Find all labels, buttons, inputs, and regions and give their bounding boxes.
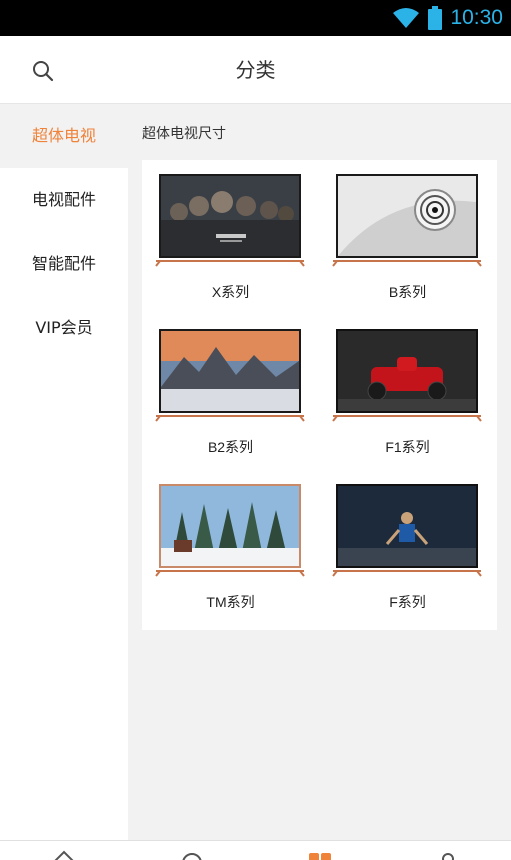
sidebar-item-tv-accessories[interactable]: 电视配件 xyxy=(0,168,128,232)
battery-icon xyxy=(428,6,443,30)
nav-home[interactable] xyxy=(44,849,84,860)
product-card-b-series[interactable]: B系列 xyxy=(319,160,496,315)
product-name: B2系列 xyxy=(207,439,254,455)
product-card-f1-series[interactable]: F1系列 xyxy=(319,315,496,470)
nav-profile[interactable] xyxy=(428,849,468,860)
product-card-b2-series[interactable]: B2系列 xyxy=(142,315,319,470)
status-icons: 10:30 xyxy=(392,4,503,32)
product-name: X系列 xyxy=(211,284,250,300)
product-grid: X系列 B系列 B2系列 F1系列 TM系列 F系列 xyxy=(142,160,497,630)
bottom-nav xyxy=(0,840,511,860)
product-card-f-series[interactable]: F系列 xyxy=(319,470,496,625)
wifi-icon xyxy=(393,8,420,28)
f1-series-tv-image xyxy=(332,329,482,422)
profile-icon xyxy=(442,853,454,860)
product-card-tm-series[interactable]: TM系列 xyxy=(142,470,319,625)
discover-icon xyxy=(182,853,202,860)
category-icon xyxy=(309,853,331,860)
section-title: 超体电视尺寸 xyxy=(142,126,226,142)
product-name: F1系列 xyxy=(385,439,430,455)
nav-category[interactable] xyxy=(300,849,340,860)
app-header: 分类 xyxy=(0,36,511,104)
f-series-tv-image xyxy=(332,484,482,577)
sidebar-item-super-tv[interactable]: 超体电视 xyxy=(0,104,128,168)
product-name: B系列 xyxy=(388,284,427,300)
search-icon xyxy=(33,61,54,82)
page-title: 分类 xyxy=(235,58,276,82)
status-time: 10:30 xyxy=(450,6,503,29)
product-name: TM系列 xyxy=(206,594,255,610)
b-series-tv-image xyxy=(332,174,482,267)
category-content: 超体电视尺寸 X系列 B系列 B2系列 F1系列 TM系列 F系列 xyxy=(128,104,511,840)
x-series-tv-image xyxy=(155,174,305,267)
b2-series-tv-image xyxy=(155,329,305,422)
product-name: F系列 xyxy=(389,594,426,610)
product-card-x-series[interactable]: X系列 xyxy=(142,160,319,315)
category-sidebar: 超体电视 电视配件 智能配件 VIP会员 xyxy=(0,104,128,840)
home-icon xyxy=(54,850,74,860)
search-button[interactable] xyxy=(28,56,58,86)
status-bar: 10:30 xyxy=(0,0,511,36)
tm-series-tv-image xyxy=(155,484,305,577)
sidebar-item-smart-accessories[interactable]: 智能配件 xyxy=(0,232,128,296)
nav-discover[interactable] xyxy=(172,849,212,860)
sidebar-item-vip[interactable]: VIP会员 xyxy=(0,296,128,360)
